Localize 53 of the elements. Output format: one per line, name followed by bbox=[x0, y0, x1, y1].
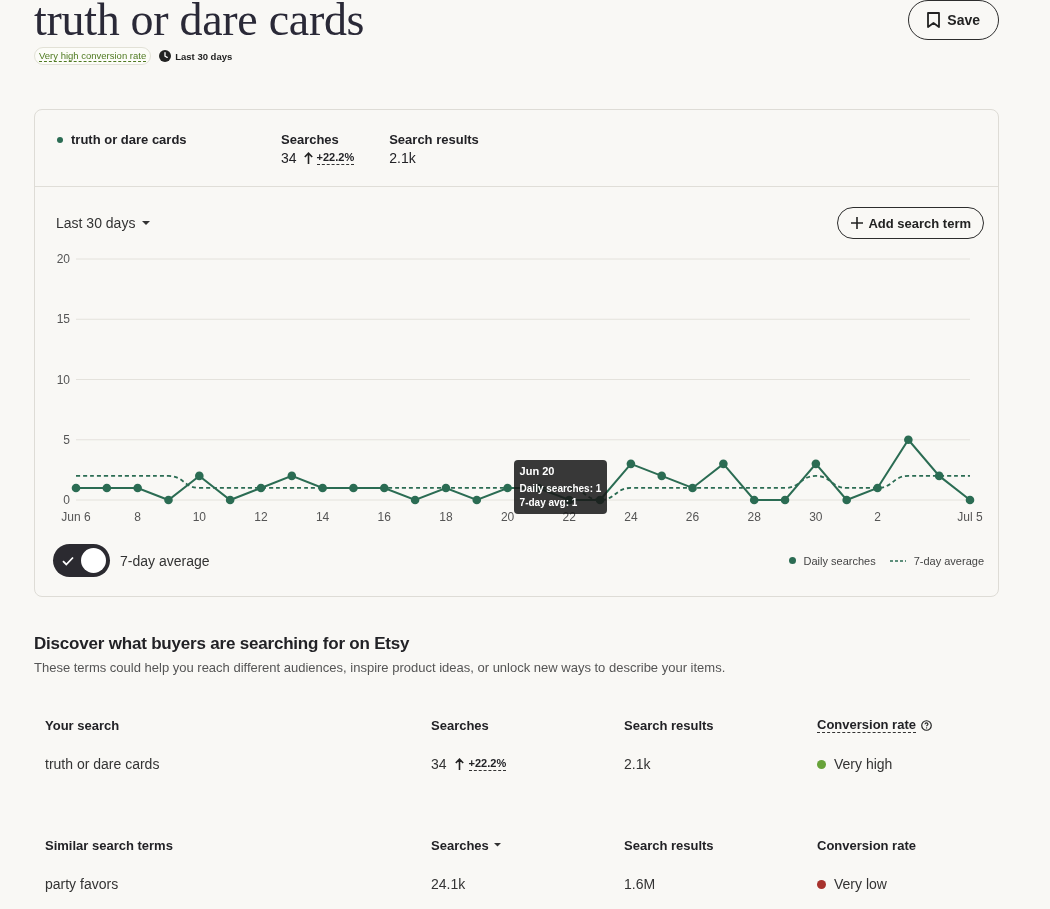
tooltip-date: Jun 20 bbox=[519, 464, 556, 478]
y-axis-label: 15 bbox=[56, 312, 70, 327]
tooltip-value: Daily searches: 1 bbox=[519, 481, 601, 496]
page-title: truth or dare cards bbox=[34, 0, 365, 40]
toggle-label: 7-day average bbox=[120, 552, 210, 569]
table-cell: 1.6M bbox=[624, 876, 656, 892]
x-axis-label: 24 bbox=[624, 510, 638, 524]
x-axis-label: 28 bbox=[747, 510, 761, 524]
table-cell: Very low bbox=[834, 876, 887, 892]
x-axis-label: 14 bbox=[315, 510, 330, 524]
table-cell: Very high bbox=[834, 756, 893, 772]
table-cell: truth or dare cards bbox=[45, 756, 160, 772]
column-header: Searches bbox=[431, 717, 489, 733]
legend-label: 7-day average bbox=[913, 554, 984, 567]
stat-label: Searches bbox=[281, 131, 340, 148]
x-axis-label: 10 bbox=[192, 510, 206, 524]
tooltip-value: 7-day avg: 1 bbox=[519, 495, 579, 510]
stat-value: 2.1k bbox=[389, 149, 416, 167]
conversion-badge: Very high conversion rate bbox=[34, 47, 152, 65]
table-cell: 24.1k bbox=[431, 876, 466, 892]
change-percent: +22.2% bbox=[316, 151, 355, 165]
x-axis-label: 12 bbox=[254, 510, 268, 524]
table-cell: 2.1k bbox=[624, 756, 651, 772]
x-axis-label: 18 bbox=[439, 510, 453, 524]
x-axis-label: 8 bbox=[134, 510, 141, 524]
y-axis-label: 0 bbox=[63, 493, 70, 507]
table-cell: party favors bbox=[45, 876, 119, 892]
section-description: These terms could help you reach different audiences, inspire product ideas, or unlock new ways to describe your items. bbox=[34, 659, 727, 677]
x-axis-label: 22 bbox=[562, 510, 576, 524]
x-axis-label: 2 bbox=[874, 510, 881, 524]
column-header: Search results bbox=[624, 717, 714, 733]
column-header: Your search bbox=[45, 717, 120, 733]
search-term: truth or dare cards bbox=[71, 132, 187, 147]
column-header: Conversion rate bbox=[817, 837, 916, 853]
change-percent: +22.2% bbox=[468, 757, 507, 771]
legend-label: Daily searches bbox=[803, 554, 876, 567]
x-axis-label: 26 bbox=[685, 510, 700, 524]
stat-value: 34 bbox=[281, 149, 297, 167]
x-axis-label: 16 bbox=[377, 510, 391, 524]
period-label: Last 30 days bbox=[175, 50, 233, 62]
y-axis-label: 20 bbox=[56, 252, 70, 266]
stat-label: Search results bbox=[389, 131, 479, 148]
column-header: Conversion rate bbox=[817, 717, 916, 733]
x-axis-label: 20 bbox=[500, 510, 515, 524]
y-axis-label: 5 bbox=[63, 432, 70, 447]
x-axis-label: 30 bbox=[809, 510, 823, 524]
section-heading: Discover what buyers are searching for on Etsy bbox=[34, 633, 411, 655]
column-header: Search results bbox=[624, 837, 714, 853]
table-cell: 34 bbox=[431, 756, 447, 772]
y-axis-label: 10 bbox=[56, 372, 70, 387]
x-axis-label: Jun 6 bbox=[61, 510, 91, 524]
column-header: Similar search terms bbox=[45, 837, 173, 853]
x-axis-label: Jul 5 bbox=[957, 510, 983, 524]
